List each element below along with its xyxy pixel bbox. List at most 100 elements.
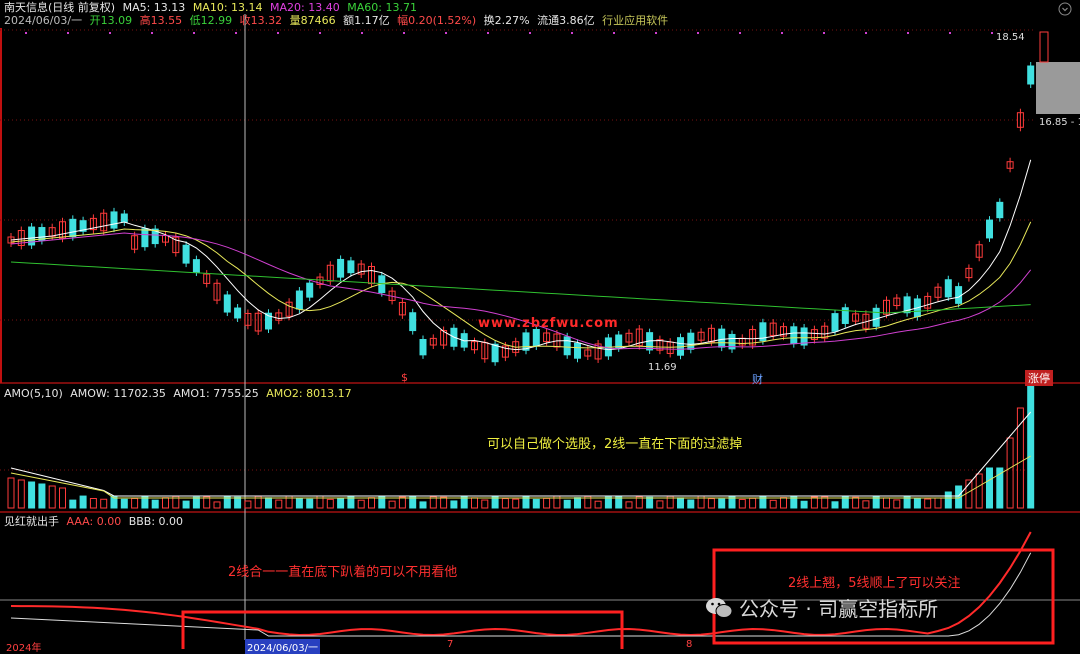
volume-bar [89,497,97,509]
volume-bar [306,498,314,509]
volume-bar [800,500,808,509]
price-range-block [1036,62,1080,114]
volume-bar [563,499,571,509]
candle [110,211,118,229]
volume-bar [501,498,509,509]
amo-annotation: 可以自己做个选股，2线一直在下面的过滤掉 [487,437,743,452]
candle [718,328,726,348]
volume-bar [326,498,334,509]
volume-bar [162,497,169,509]
price-high-label: 18.54 [996,32,1025,43]
volume-bar [749,497,757,509]
candle [1039,31,1049,63]
candle [141,228,149,248]
volume-bar [182,500,190,509]
candle [944,279,952,298]
volume-bar [975,473,983,509]
volume-bar [707,498,715,509]
top-marker-dot [277,32,279,34]
year-label: 2024年 [6,643,42,654]
amo1-line [10,411,1032,497]
volume-bar [1016,407,1024,509]
candle [347,260,355,274]
volume-bar [604,496,612,509]
volume-bar [913,498,921,509]
volume-bar [357,499,365,509]
volume-bar [440,496,448,509]
marker-s[interactable]: $ [401,371,408,384]
top-marker-dot [739,32,741,34]
volume-bar [656,500,664,509]
amo2-line [10,455,1031,499]
candle [182,244,190,264]
volume-bar [687,499,695,509]
marker-zhangting[interactable]: 涨停 [1025,370,1053,386]
volume-bar [986,467,993,509]
candle [522,332,530,351]
top-marker-dot [487,32,489,34]
candle [790,326,798,345]
top-marker-dot [697,32,699,34]
volume-bar [780,497,787,509]
volume-bar [398,496,406,509]
candle [574,342,581,359]
volume-bar [295,498,303,509]
top-marker-dot [151,32,153,34]
candle [532,328,540,347]
annotation-right: 2线上翘，5线顺上了可以关注 [788,576,961,591]
axis-tick-7: 7 [447,639,454,650]
top-marker-dot [613,32,615,34]
volume-bar [862,500,870,509]
top-marker-dot [193,32,195,34]
volume-bar [543,497,551,509]
volume-bar [1006,437,1014,509]
volume-bar [594,500,602,509]
volume-bar [234,496,242,509]
candle [223,294,231,313]
volume-bar [893,499,901,509]
candle [615,334,623,349]
marker-cai[interactable]: 财 [752,371,763,387]
ma20-line [10,232,1032,350]
wechat-text: 公众号 · 司赢空指标所 [739,597,939,621]
volume-bar [69,499,77,509]
volume-bar [28,481,36,509]
volume-bar [59,487,66,509]
candle [337,258,345,278]
top-marker-dot [67,32,69,34]
volume-bar [532,498,540,509]
top-marker-dot [235,32,237,34]
volume-bar [131,497,139,509]
volume-bar [419,501,427,509]
volume-bar [625,501,633,509]
top-marker-dot [865,32,867,34]
volume-bar [718,498,726,509]
volume-bar [368,497,375,509]
candle [409,312,417,332]
annotation-left: 2线合一一直在底下趴着的可以不用看他 [228,565,458,580]
volume-bar [934,497,942,509]
volume-bar [852,496,860,509]
top-marker-dot [319,32,321,34]
top-marker-dot [445,32,447,34]
candle [955,286,963,304]
candle [996,201,1004,219]
candle [192,259,200,273]
volume-bar [120,498,128,509]
volume-bar [1027,377,1035,509]
volume-bar [512,498,520,509]
price-mid-label: 16.85 - 1 [1039,117,1080,128]
top-marker-dot [529,32,531,34]
volume-bar [337,497,345,509]
top-marker-dot [109,32,111,34]
top-marker-dot [571,32,573,34]
top-marker-dot [403,32,405,34]
candle [831,313,839,332]
volume-bar [100,498,108,509]
candle [306,282,314,298]
volume-bar [48,485,56,509]
top-marker-dot [823,32,825,34]
volume-bar [883,497,890,509]
volume-bar [17,479,25,509]
volume-bar [944,491,952,509]
